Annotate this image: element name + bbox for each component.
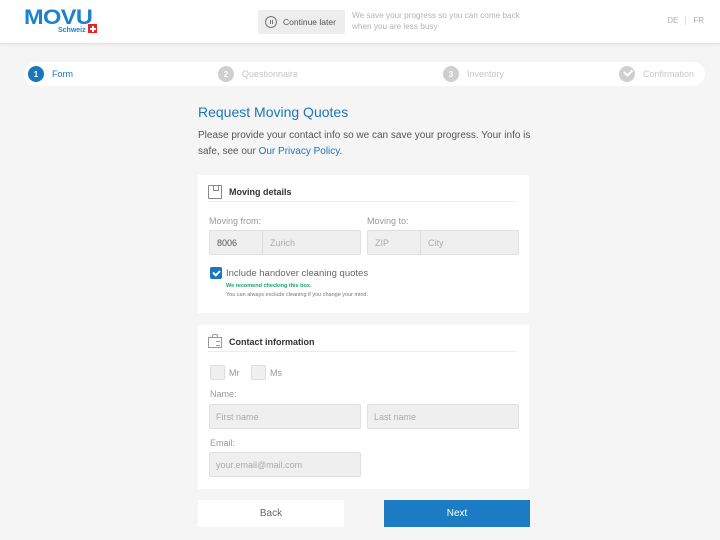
continue-later-label: Continue later xyxy=(283,17,336,27)
pause-icon xyxy=(265,16,277,28)
cleaning-checkbox-label[interactable]: Include handover cleaning quotes xyxy=(226,268,368,279)
step-inventory: 3 Inventory xyxy=(443,66,504,82)
logo-wordmark: MOVU xyxy=(24,6,93,29)
moving-details-card: Moving details Moving from: 8006 Zurich … xyxy=(198,175,529,313)
save-progress-note: We save your progress so you can come ba… xyxy=(352,11,520,31)
to-zip-input[interactable]: ZIP xyxy=(368,231,421,254)
privacy-policy-link[interactable]: Our Privacy Policy xyxy=(259,146,340,157)
salutation-ms-checkbox[interactable] xyxy=(251,365,266,380)
last-name-input[interactable] xyxy=(368,405,518,428)
step-form: 1 Form xyxy=(28,66,73,82)
step-label: Confirmation xyxy=(643,69,695,79)
last-name-field xyxy=(367,404,519,429)
from-city-input[interactable]: Zurich xyxy=(263,231,360,254)
from-zip-input[interactable]: 8006 xyxy=(210,231,263,254)
recommend-text: We recomend checking this box. xyxy=(226,283,312,289)
card-header: Contact information xyxy=(208,332,516,352)
moving-from-label: Moving from: xyxy=(209,216,262,226)
movu-logo[interactable]: MOVU Schweiz xyxy=(24,7,98,37)
step-label: Form xyxy=(52,69,73,79)
moving-to-label: Moving to: xyxy=(367,216,409,226)
next-button[interactable]: Next xyxy=(384,500,530,527)
lang-de[interactable]: DE xyxy=(667,16,678,25)
step-number: 3 xyxy=(443,66,459,82)
name-label: Name: xyxy=(210,389,237,399)
step-label: Inventory xyxy=(467,69,505,79)
email-field xyxy=(209,452,361,477)
moving-to-field: ZIP City xyxy=(367,230,519,255)
continue-later-button[interactable]: Continue later xyxy=(258,10,345,34)
card-header: Moving details xyxy=(208,182,516,202)
step-number: 2 xyxy=(218,66,234,82)
card-title: Contact information xyxy=(229,336,315,347)
first-name-field xyxy=(209,404,361,429)
language-switcher: DE FR xyxy=(667,16,704,25)
step-number: 1 xyxy=(28,66,44,82)
intro-text: Please provide your contact info so we c… xyxy=(198,128,533,160)
cleaning-checkbox[interactable] xyxy=(210,267,222,279)
swiss-flag-icon xyxy=(88,24,97,33)
salutation-mr-label[interactable]: Mr xyxy=(229,368,240,378)
top-header: MOVU Schweiz Continue later We save your… xyxy=(0,0,720,44)
card-title: Moving details xyxy=(229,186,292,197)
salutation-ms-label[interactable]: Ms xyxy=(270,368,282,378)
intro-end: . xyxy=(339,146,343,157)
salutation-mr-checkbox[interactable] xyxy=(210,365,225,380)
step-confirmation: Confirmation xyxy=(619,66,694,82)
lang-fr[interactable]: FR xyxy=(693,16,704,25)
contact-info-card: Contact information Mr Ms Name: Email: xyxy=(198,325,529,489)
id-badge-icon xyxy=(208,334,222,348)
back-button[interactable]: Back xyxy=(198,500,344,527)
cleaning-hint: You can always exclude cleaning if you c… xyxy=(226,292,368,298)
logo-subtitle: Schweiz xyxy=(58,27,86,34)
check-icon xyxy=(619,66,635,82)
lang-divider xyxy=(685,16,687,25)
moving-from-field: 8006 Zurich xyxy=(209,230,361,255)
to-city-input[interactable]: City xyxy=(421,231,518,254)
first-name-input[interactable] xyxy=(210,405,360,428)
step-label: Questionnaire xyxy=(242,69,299,79)
email-input[interactable] xyxy=(210,453,360,476)
step-questionnaire: 2 Questionnaire xyxy=(218,66,298,82)
box-icon xyxy=(208,184,222,199)
intro-body: Please provide your contact info so we c… xyxy=(198,130,531,157)
page-title: Request Moving Quotes xyxy=(198,104,349,120)
email-label: Email: xyxy=(210,438,236,448)
progress-stepper: 1 Form 2 Questionnaire 3 Inventory Confi… xyxy=(24,62,705,86)
